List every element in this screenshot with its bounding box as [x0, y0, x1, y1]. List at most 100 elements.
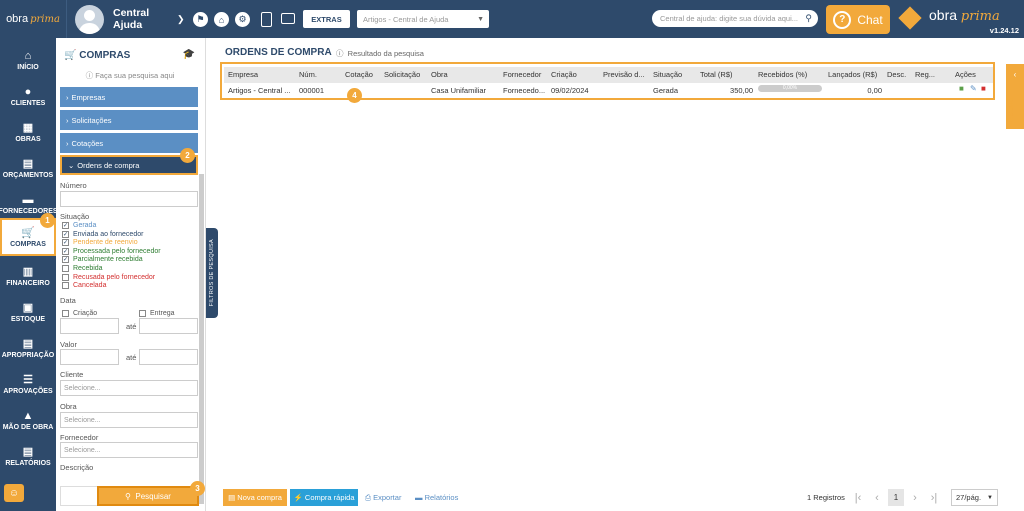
cell-obra[interactable]: Casa Unifamiliar: [431, 84, 486, 98]
column-header[interactable]: Criação: [551, 67, 577, 83]
sidebar-item-clientes[interactable]: ● CLIENTES: [0, 78, 56, 114]
column-header[interactable]: Lançados (R$): [828, 67, 877, 83]
situacao-checkbox[interactable]: ✓ Parcialmente recebida: [62, 256, 143, 264]
situacao-checkbox[interactable]: ✓ Processada pelo fornecedor: [62, 247, 161, 255]
cell-situacao[interactable]: Gerada: [653, 84, 678, 98]
company-select[interactable]: Artigos - Central de Ajuda ▼: [357, 10, 489, 28]
sidebar-item-início[interactable]: ⌂ INÍCIO: [0, 42, 56, 78]
column-header[interactable]: Obra: [431, 67, 448, 83]
user-name[interactable]: Central Ajuda: [113, 7, 173, 31]
data-to-input[interactable]: [139, 318, 198, 334]
situacao-label: Enviada ao fornecedor: [73, 230, 144, 238]
filters-scrollbar[interactable]: [199, 174, 204, 504]
search-button[interactable]: ⚲ Pesquisar: [97, 486, 199, 506]
accordion-ordens-de-compra[interactable]: ⌄ Ordens de compra: [60, 155, 198, 175]
sidebar-item-mão-de-obra[interactable]: ▲ MÃO DE OBRA: [0, 402, 56, 438]
column-header[interactable]: Situação: [653, 67, 682, 83]
cell-fornecedor[interactable]: Fornecedo...: [503, 84, 548, 98]
next-page-icon[interactable]: ›: [907, 489, 923, 506]
column-header[interactable]: Reg...: [915, 67, 935, 83]
compra-rapida-button[interactable]: ⚡ Compra rápida: [290, 489, 358, 506]
current-page[interactable]: 1: [888, 489, 904, 506]
graduation-cap-icon[interactable]: ⌂: [214, 12, 229, 27]
help-search-input[interactable]: Central de ajuda: digite sua dúvida aqui…: [652, 10, 818, 27]
sidebar-item-obras[interactable]: ▦ OBRAS: [0, 114, 56, 150]
cell-lancados[interactable]: 0,00: [828, 84, 882, 98]
chevron-down-icon[interactable]: ❯: [177, 14, 185, 25]
flag-icon[interactable]: ⚑: [193, 12, 208, 27]
results-subtitle: ⓘ Resultado da pesquisa: [336, 49, 424, 58]
cell-empresa[interactable]: Artigos - Central ...: [228, 84, 292, 98]
situacao-checkbox[interactable]: Recebida: [62, 265, 103, 272]
valor-from-input[interactable]: [60, 349, 119, 365]
edit-icon[interactable]: ✎: [970, 84, 977, 93]
monitor-icon[interactable]: [281, 13, 295, 24]
accordion-empresas[interactable]: › Empresas: [60, 87, 198, 107]
column-header[interactable]: Total (R$): [700, 67, 733, 83]
situacao-checkbox[interactable]: Cancelada: [62, 282, 106, 290]
chatbot-icon[interactable]: ☺: [4, 484, 24, 502]
mobile-icon[interactable]: [261, 12, 272, 27]
valor-to-input[interactable]: [139, 349, 198, 365]
sidebar-item-orçamentos[interactable]: ▤ ORÇAMENTOS: [0, 150, 56, 186]
sidebar-item-relatórios[interactable]: ▤ RELATÓRIOS: [0, 438, 56, 474]
column-header[interactable]: Ações: [955, 67, 976, 83]
sidebar-item-financeiro[interactable]: ▥ FINANCEIRO: [0, 258, 56, 294]
delete-icon[interactable]: ■: [981, 84, 986, 93]
per-page-select[interactable]: 27/pág. ▼: [951, 489, 998, 506]
nova-compra-button[interactable]: ▤ Nova compra: [223, 489, 287, 506]
checkbox-box: ✓: [62, 247, 69, 255]
checkbox-box: [62, 282, 69, 290]
relatorios-link[interactable]: ▬ Relatórios: [415, 489, 458, 506]
situacao-label: Processada pelo fornecedor: [73, 247, 161, 255]
column-header[interactable]: Cotação: [345, 67, 373, 83]
prev-page-icon[interactable]: ‹: [869, 489, 885, 506]
column-header[interactable]: Solicitação: [384, 67, 420, 83]
accordion-solicitacoes[interactable]: › Solicitações: [60, 110, 198, 130]
situacao-checkbox[interactable]: ✓ Enviada ao fornecedor: [62, 230, 144, 238]
graduation-cap-icon[interactable]: 🎓: [183, 49, 195, 60]
column-header[interactable]: Previsão d...: [603, 67, 645, 83]
last-page-icon[interactable]: ›|: [926, 489, 942, 506]
chat-button[interactable]: ? Chat: [826, 5, 890, 34]
obra-select[interactable]: Selecione...: [60, 412, 198, 428]
gear-icon[interactable]: ⚙: [235, 12, 250, 27]
cliente-select[interactable]: Selecione...: [60, 380, 198, 396]
checkbox-box: ✓: [62, 230, 69, 238]
column-header[interactable]: Empresa: [228, 67, 258, 83]
situacao-checkbox[interactable]: ✓ Gerada: [62, 222, 96, 229]
entrega-checkbox[interactable]: Entrega: [139, 310, 175, 317]
app-logo[interactable]: obra prima: [0, 0, 67, 38]
exportar-link[interactable]: ⎙ Exportar: [365, 489, 401, 506]
avatar[interactable]: [75, 5, 104, 34]
cell-num[interactable]: 000001: [299, 84, 324, 98]
extras-button[interactable]: EXTRAS: [303, 10, 350, 28]
situacao-label: Situação: [60, 212, 90, 221]
chevron-left-icon: ‹: [1013, 70, 1017, 79]
sidebar-item-label: CLIENTES: [10, 99, 46, 107]
sidebar-item-label: OBRAS: [15, 136, 41, 143]
situacao-checkbox[interactable]: Recusada pelo fornecedor: [62, 273, 155, 281]
cell-total[interactable]: 350,00: [700, 84, 753, 98]
situacao-checkbox[interactable]: ✓ Pendente de reenvio: [62, 239, 138, 247]
accordion-cotacoes[interactable]: › Cotações: [60, 133, 198, 153]
column-header[interactable]: Recebidos (%): [758, 67, 807, 83]
column-header[interactable]: Desc.: [887, 67, 906, 83]
column-header[interactable]: Fornecedor: [503, 67, 541, 83]
numero-label: Número: [60, 181, 87, 190]
page-title: ORDENS DE COMPRA: [225, 47, 332, 58]
search-icon[interactable]: ⚲: [805, 13, 812, 24]
numero-input[interactable]: [60, 191, 198, 207]
cell-criacao[interactable]: 09/02/2024: [551, 84, 589, 98]
step-badge-3: 3: [190, 481, 205, 496]
data-from-input[interactable]: [60, 318, 119, 334]
sidebar-item-apropriação[interactable]: ▤ APROPRIAÇÃO: [0, 330, 56, 366]
first-page-icon[interactable]: |‹: [850, 489, 866, 506]
column-header[interactable]: Núm.: [299, 67, 317, 83]
filters-toggle-handle[interactable]: FILTROS DE PESQUISA: [206, 228, 218, 318]
sidebar-item-estoque[interactable]: ▣ ESTOQUE: [0, 294, 56, 330]
fornecedor-select[interactable]: Selecione...: [60, 442, 198, 458]
sidebar-item-aprovações[interactable]: ☰ APROVAÇÕES: [0, 366, 56, 402]
truck-icon[interactable]: ■: [959, 84, 964, 93]
criacao-checkbox[interactable]: Criação: [62, 310, 97, 317]
